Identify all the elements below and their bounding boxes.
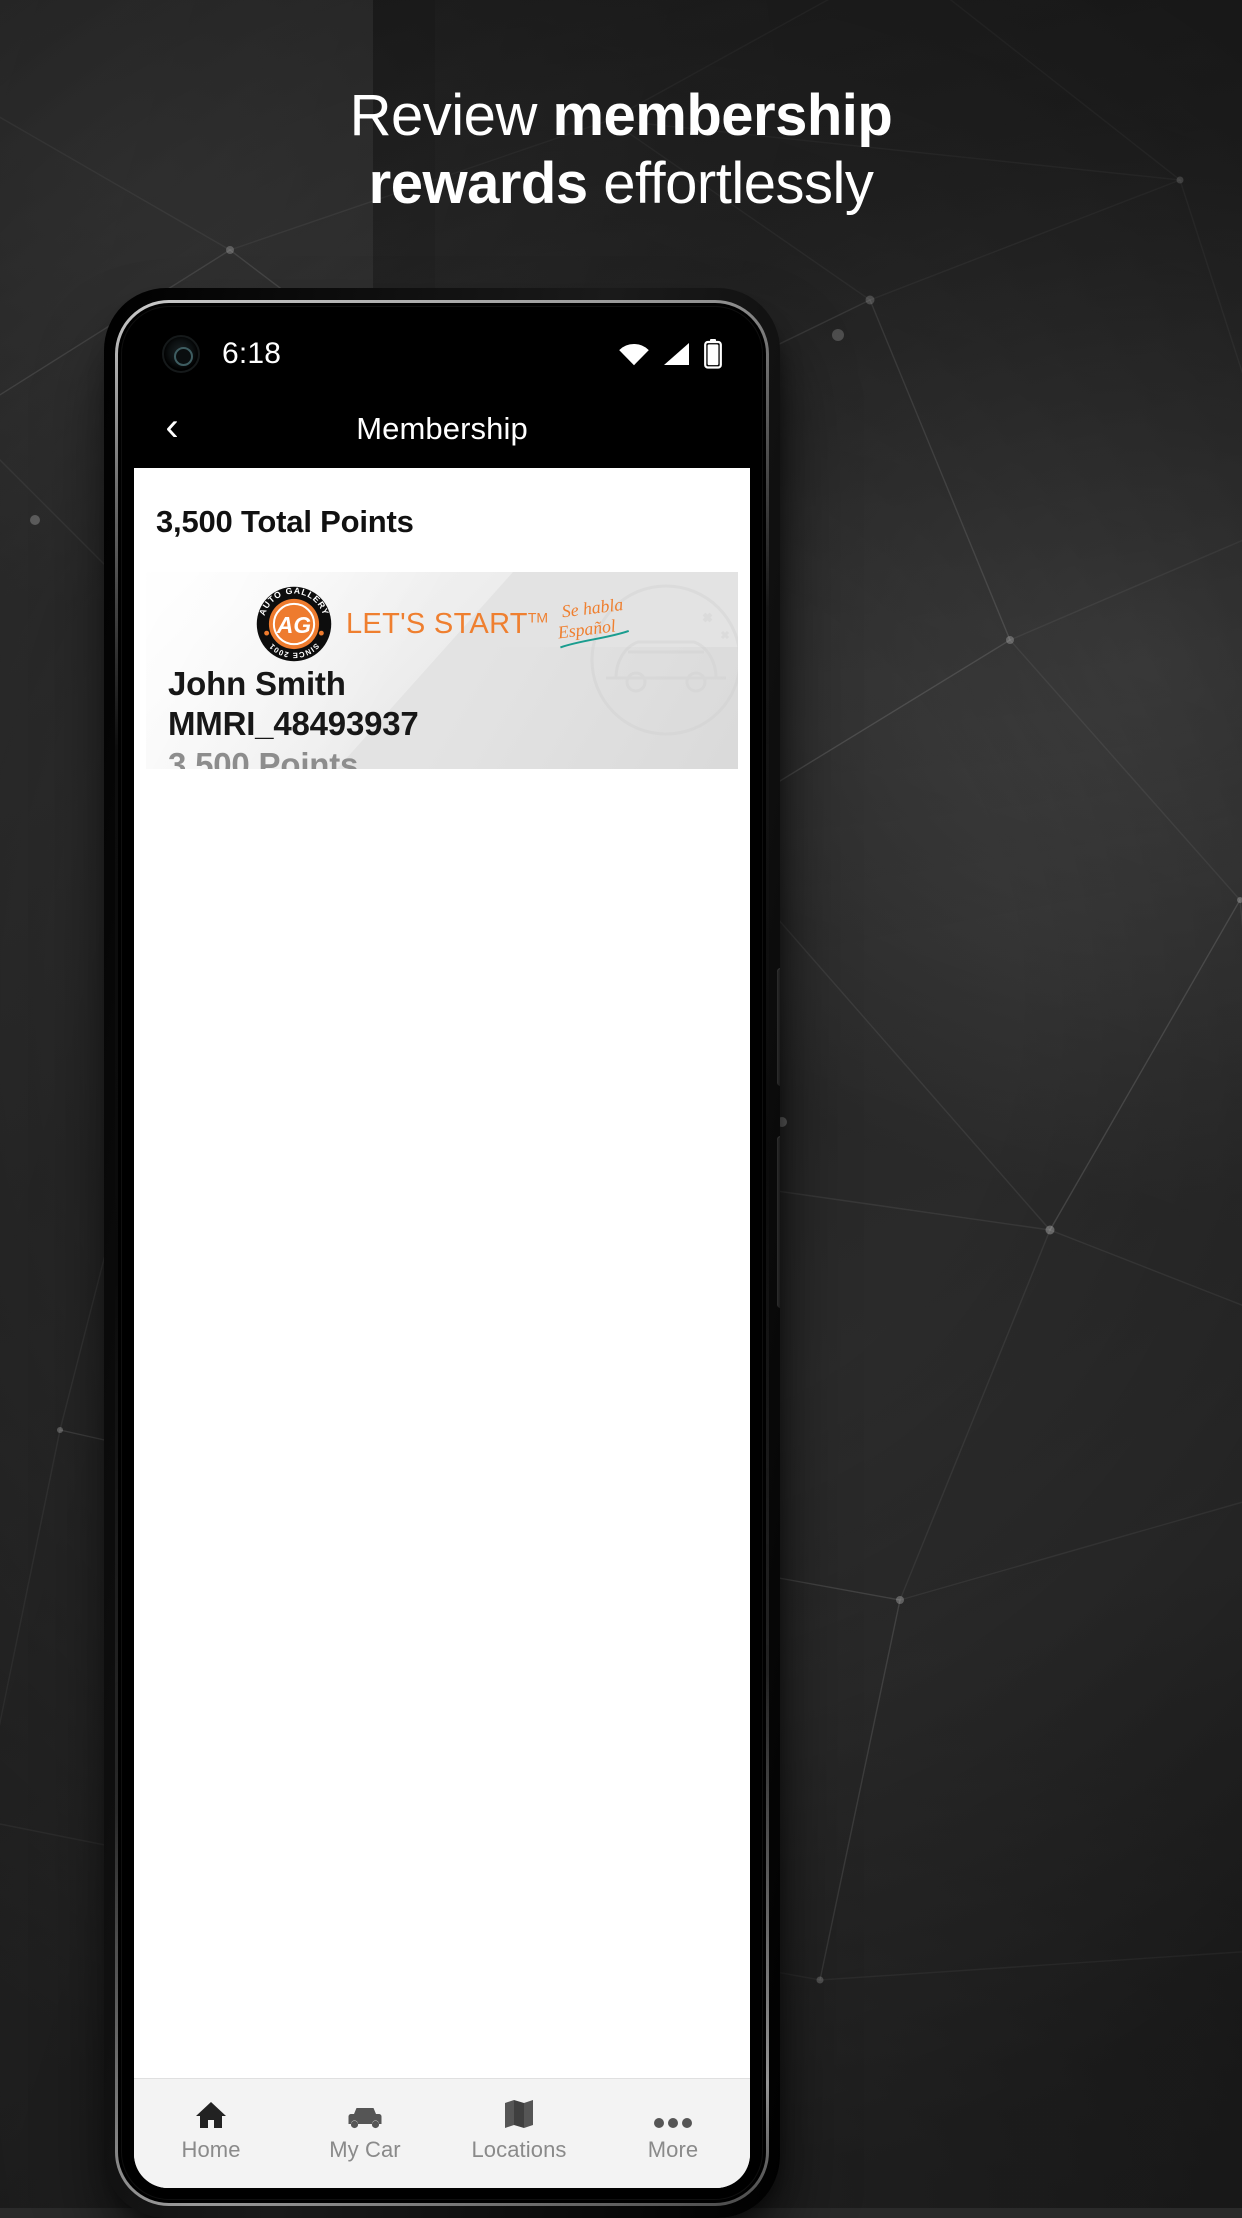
- wifi-icon: [619, 343, 649, 366]
- card-member-name: John Smith: [168, 665, 346, 702]
- tab-locations-label: Locations: [471, 2137, 567, 2162]
- back-button[interactable]: ‹: [134, 390, 210, 468]
- card-member-id: MMRI_48493937: [168, 705, 419, 742]
- tab-my-car-label: My Car: [329, 2137, 401, 2162]
- tab-more[interactable]: More: [596, 2079, 750, 2188]
- promo-headline: Review membership rewards effortlessly: [0, 82, 1242, 218]
- headline-bold-2: rewards: [368, 151, 588, 216]
- map-icon: [504, 2096, 534, 2130]
- power-button[interactable]: [777, 968, 780, 1086]
- total-points-label: 3,500 Total Points: [156, 504, 414, 539]
- promo-headline-line-1: Review membership: [110, 82, 1132, 150]
- battery-icon: [704, 339, 722, 369]
- page-title: Membership: [356, 411, 528, 446]
- chevron-left-icon: ‹: [165, 404, 179, 449]
- app-nav-bar: ‹ Membership: [134, 390, 750, 468]
- card-tagline-tm: TM: [527, 608, 549, 625]
- tab-home-label: Home: [181, 2137, 241, 2162]
- phone-body: 6:18 ‹ Membership 3,500 Total Points AG …: [104, 288, 780, 2218]
- card-brand-row: AG AUTO GALLERY SINCE 2001 LET'S STARTTM…: [146, 572, 738, 662]
- promo-headline-line-2: rewards effortlessly: [110, 150, 1132, 218]
- se-habla-espanol-icon: Se habla Español: [556, 595, 630, 649]
- tab-my-car[interactable]: My Car: [288, 2079, 442, 2188]
- status-bar-icons: [618, 339, 722, 369]
- ellipsis-icon: [653, 2096, 693, 2130]
- car-icon: [346, 2096, 384, 2130]
- cellular-signal-icon: [664, 343, 689, 365]
- headline-bold-1: membership: [552, 83, 893, 148]
- tab-locations[interactable]: Locations: [442, 2079, 596, 2188]
- card-tagline-text: LET'S START: [346, 607, 528, 640]
- se-habla-line-1: Se habla: [561, 595, 625, 621]
- punch-hole-camera-icon: [162, 335, 200, 373]
- phone-mockup: 6:18 ‹ Membership 3,500 Total Points AG …: [104, 288, 780, 2218]
- membership-content: 3,500 Total Points AG AUTO GALLERY SINCE…: [134, 468, 750, 2188]
- bottom-tab-bar: Home My Car Locations More: [134, 2078, 750, 2188]
- tab-home[interactable]: Home: [134, 2079, 288, 2188]
- home-icon: [194, 2096, 228, 2130]
- membership-card[interactable]: AG AUTO GALLERY SINCE 2001 LET'S STARTTM…: [146, 572, 738, 769]
- status-bar: 6:18: [134, 318, 750, 390]
- card-tagline: LET'S STARTTM: [346, 608, 548, 641]
- status-bar-time: 6:18: [222, 337, 282, 370]
- auto-gallery-logo-icon: AG AUTO GALLERY SINCE 2001: [256, 586, 332, 662]
- headline-light-1: Review: [349, 83, 553, 148]
- headline-light-2: effortlessly: [587, 151, 874, 216]
- svg-text:AG: AG: [276, 612, 311, 638]
- phone-screen: 6:18 ‹ Membership 3,500 Total Points AG …: [134, 318, 750, 2188]
- volume-button[interactable]: [777, 1136, 780, 1308]
- tab-more-label: More: [647, 2137, 699, 2162]
- card-member-details: John Smith MMRI_48493937 3,500 Points: [146, 658, 738, 769]
- card-member-points: 3,500 Points: [168, 746, 359, 769]
